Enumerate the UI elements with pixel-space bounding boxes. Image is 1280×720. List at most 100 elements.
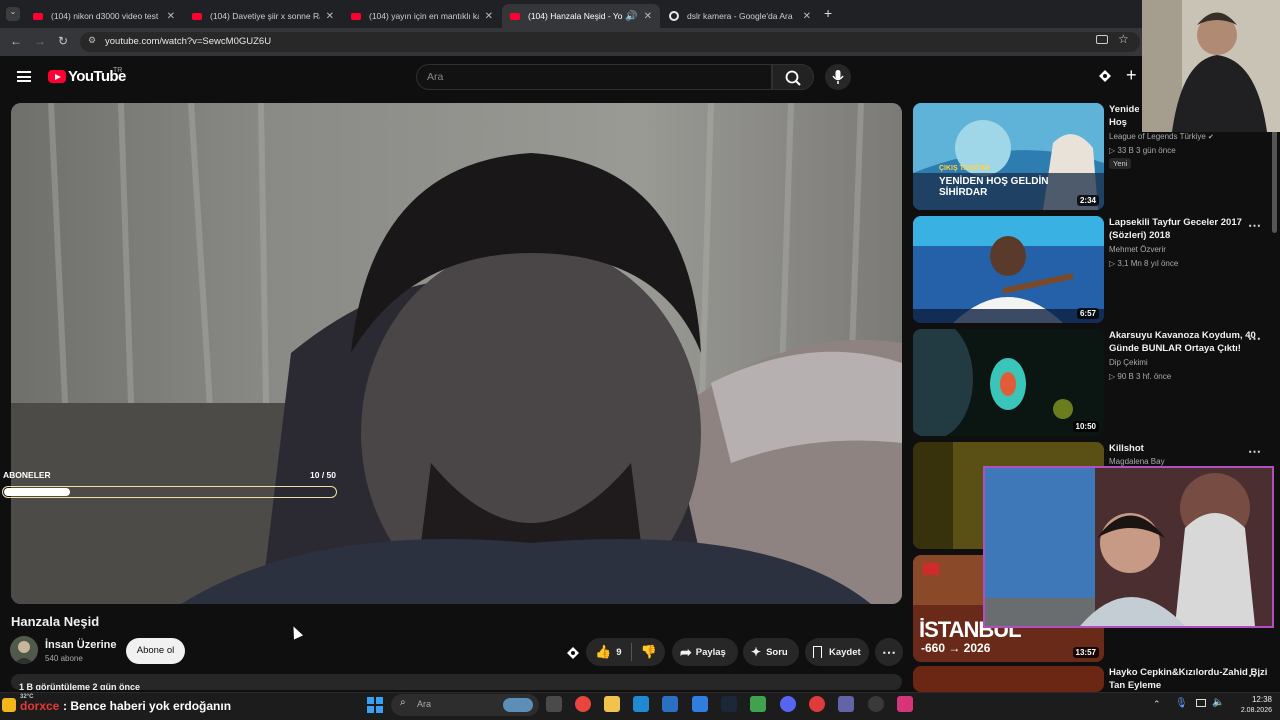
like-dislike-group: 👍 9 👎 [586,638,665,666]
sidebar-more-icon[interactable]: ⋯ [1248,668,1261,684]
sidebar-title-3[interactable]: Akarsuyu Kavanoza Koydum, 40 Günde BUNLA… [1109,329,1269,355]
verified-icon: ✔ [1208,134,1214,141]
thumbnail-image [913,329,1104,436]
instagram-icon[interactable] [897,696,913,712]
back-icon[interactable]: ← [10,34,22,48]
sidebar-title-2[interactable]: Lapsekili Tayfur Geceler 2017 (Sözleri) … [1109,216,1269,242]
sidebar-channel-2[interactable]: Mehmet Özverir [1109,245,1166,254]
new-tab-icon[interactable]: + [824,5,832,21]
sidebar-thumbnail-1[interactable]: ÇIKIŞ TANITIMI YENİDEN HOŞ GELDİN SİHİRD… [913,103,1104,210]
clock[interactable]: 12:38 2.08.2026 [1232,694,1272,716]
tab-nikon[interactable]: (104) nikon d3000 video test - Y ✕ [25,4,183,28]
tab-davetiye[interactable]: (104) Davetiye şiir x sonne Ram ✕ [184,4,342,28]
url-text: youtube.com/watch?v=SewcM0GUZ6U [105,36,272,47]
create-sparkle-icon[interactable] [1097,68,1113,84]
channel-avatar[interactable] [10,636,38,664]
youtube-logo-icon[interactable] [48,70,66,83]
close-tab-icon[interactable]: ✕ [485,11,493,22]
voice-search-button[interactable] [825,64,851,90]
sidebar-more-icon[interactable]: ⋯ [1248,331,1261,347]
site-info-icon[interactable]: ⚙ [88,35,96,46]
speaker-icon[interactable]: 🔊 [625,11,637,22]
url-field[interactable]: ⚙ youtube.com/watch?v=SewcM0GUZ6U [80,32,1140,52]
discord-icon[interactable] [780,696,796,712]
search-button[interactable] [772,64,814,90]
task-view-icon[interactable] [546,696,562,712]
teams-icon[interactable] [838,696,854,712]
close-tab-icon[interactable]: ✕ [326,11,334,22]
sidebar-thumbnail-3[interactable]: 10:50 [913,329,1104,436]
file-explorer-icon[interactable] [604,696,620,712]
sidebar-meta-3: ▷ 90 B 3 hf. önce [1109,372,1172,381]
media-player-icon[interactable] [809,696,825,712]
obs-icon[interactable] [868,696,884,712]
bookmark-star-icon[interactable]: ☆ [1118,32,1129,46]
volume-icon[interactable]: 🔈 [1212,697,1224,708]
search-input[interactable]: Ara [416,64,772,90]
sidebar-thumbnail-6[interactable] [913,666,1104,692]
ask-icon: ✦ [751,645,762,659]
ask-button[interactable]: ✦ Soru [743,638,799,666]
close-tab-icon[interactable]: ✕ [644,11,652,22]
sidebar-thumbnail-2[interactable]: 6:57 [913,216,1104,323]
dislike-icon[interactable]: 👎 [640,644,656,660]
close-tab-icon[interactable]: ✕ [167,11,175,22]
steam-icon[interactable] [721,696,737,712]
mic-tray-icon[interactable]: 🎙 [1175,698,1188,709]
store-icon[interactable] [662,696,678,712]
sidebar-more-icon[interactable]: ⋯ [1248,218,1261,234]
webcam-overlay-bottom [983,466,1274,628]
close-tab-icon[interactable]: ✕ [803,11,811,22]
chat-message: : Bence haberi yok erdoğanın [63,699,232,713]
youtube-favicon-icon [192,12,202,20]
sidebar-title-6[interactable]: Hayko Cepkin&Kızılordu-Zahid Bizi Tan Ey… [1109,666,1269,692]
tray-chevron-icon[interactable]: ⌃ [1153,699,1161,710]
taskbar-search-placeholder: Ara [417,699,432,709]
sidebar-channel-1[interactable]: League of Legends Türkiye ✔ [1109,132,1214,141]
video-duration: 2:34 [1076,195,1099,206]
tab-search-icon[interactable]: ⌄ [6,7,20,21]
windows-start-icon[interactable] [367,697,383,713]
sidebar-channel-4[interactable]: Magdalena Bay [1109,457,1165,466]
menu-icon[interactable] [17,71,31,82]
sidebar-channel-3[interactable]: Dip Çekimi [1109,358,1148,367]
mouse-cursor-icon [288,624,304,640]
clock-time: 12:38 [1251,695,1272,704]
tab-yayin[interactable]: (104) yayın için en mantıklı kam ✕ [343,4,501,28]
chrome-icon[interactable] [575,696,591,712]
forward-icon[interactable]: → [34,34,46,48]
tab-google-search[interactable]: dslr kamera - Google'da Ara ✕ [661,4,819,28]
video-player[interactable] [11,103,902,604]
create-plus-icon[interactable]: + [1126,65,1137,86]
video-duration: 6:57 [1076,308,1099,319]
like-count[interactable]: 9 [616,647,621,658]
sidebar-title-1[interactable]: Yeniden Hoş Geldin Sihirdar | League [1109,103,1139,129]
mail-icon[interactable] [692,696,708,712]
tab-hanzala-active[interactable]: (104) Hanzala Neşid - YouTu 🔊 ✕ [502,4,660,28]
video-duration: 10:50 [1072,421,1099,432]
channel-subscriber-count: 540 abone [45,654,83,663]
sidebar-more-icon[interactable]: ⋯ [1248,444,1261,460]
reload-icon[interactable]: ↻ [58,34,68,48]
more-actions-button[interactable]: ⋯ [875,638,903,666]
save-button[interactable]: Kaydet [805,638,869,666]
ask-sparkle-icon[interactable] [566,646,580,660]
google-favicon-icon [669,11,679,21]
monitor-app-icon[interactable] [633,696,649,712]
chat-username: dorxce [20,699,60,713]
sidebar-title-4[interactable]: Killshot [1109,442,1269,455]
network-icon[interactable] [1196,699,1206,707]
chat-overlay: 32°C dorxce : Bence haberi yok erdoğanın [0,694,345,718]
webcam-overlay-top [1142,0,1280,132]
clock-date: 2.08.2026 [1240,707,1272,714]
like-icon[interactable]: 👍 [595,644,611,660]
description-box[interactable]: 1 B görüntüleme 2 gün önce [11,674,902,690]
minecraft-icon[interactable] [750,696,766,712]
subscribe-button[interactable]: Abone ol [126,638,185,664]
taskbar-search[interactable]: ⌕ Ara [391,694,539,716]
share-button[interactable]: ➦ Paylaş [672,638,738,666]
install-app-icon[interactable] [1096,35,1108,44]
channel-name[interactable]: İnsan Üzerine [45,639,117,651]
search-icon [785,70,801,86]
webcam-image [985,468,1272,626]
